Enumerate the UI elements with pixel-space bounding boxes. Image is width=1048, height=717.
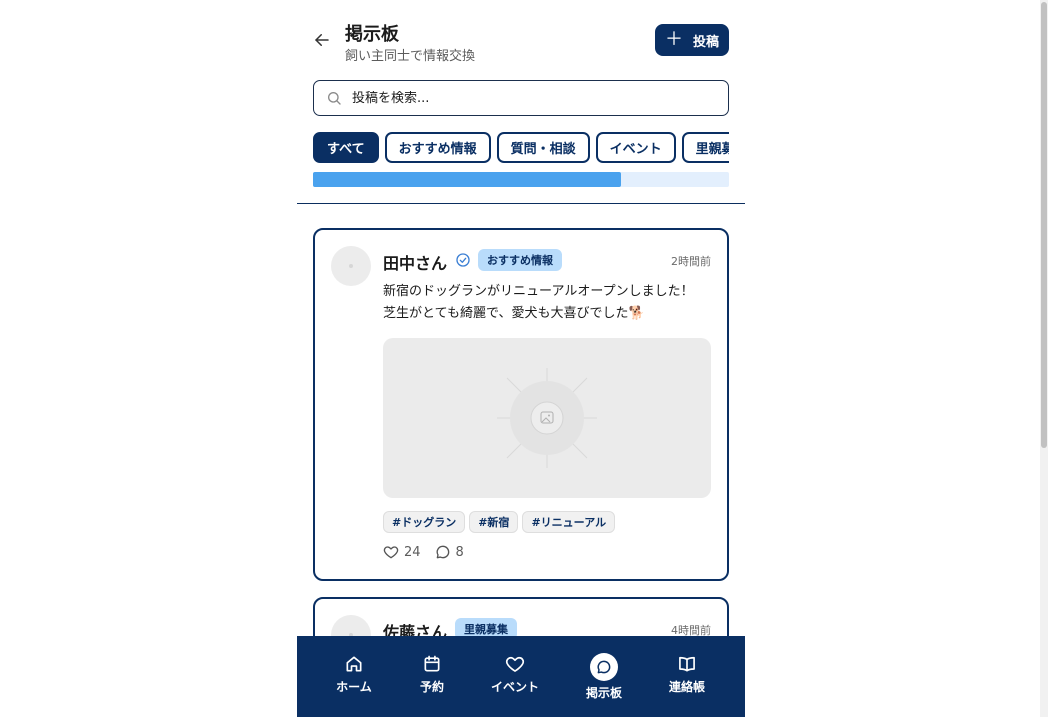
heart-icon: [504, 653, 526, 675]
heart-icon: [383, 546, 399, 559]
board-screen: 掲示板 飼い主同士で情報交換 ＋ 投稿 すべておすすめ情報質問・相談イベント里親…: [297, 0, 745, 717]
like-button[interactable]: 24: [383, 544, 421, 560]
filter-chip-questions[interactable]: 質問・相談: [496, 132, 590, 163]
filter-chip-all[interactable]: すべて: [313, 132, 379, 163]
header: 掲示板 飼い主同士で情報交換 ＋ 投稿 すべておすすめ情報質問・相談イベント里親…: [297, 0, 745, 204]
hashtag[interactable]: #新宿: [469, 511, 519, 533]
post-author: 田中さん: [383, 254, 448, 273]
comment-button[interactable]: 8: [435, 544, 464, 560]
back-button[interactable]: [311, 29, 333, 51]
nav-label: イベント: [490, 680, 539, 694]
like-count: 24: [404, 544, 421, 560]
nav-label: 予約: [419, 680, 444, 694]
nav-label: 連絡帳: [668, 680, 705, 694]
page-scrollbar[interactable]: [1040, 0, 1048, 717]
nav-item-home[interactable]: ホーム: [335, 636, 373, 717]
filter-scroll-progress-fill: [313, 172, 621, 187]
nav-item-notebook[interactable]: 連絡帳: [667, 636, 707, 717]
category-filter-bar: すべておすすめ情報質問・相談イベント里親募集: [313, 132, 729, 164]
hashtag[interactable]: #リニューアル: [522, 511, 616, 533]
arrow-left-icon: [315, 34, 329, 46]
post-content: 新宿のドッグランがリニューアルオープンしました！芝生がとても綺麗で、愛犬も大喜び…: [383, 284, 694, 321]
post-image[interactable]: [383, 338, 711, 498]
calendar-icon: [421, 653, 443, 675]
page-title: 掲示板: [345, 24, 399, 45]
nav-item-events[interactable]: イベント: [487, 636, 543, 717]
message-icon: [590, 653, 618, 681]
scrollbar-thumb[interactable]: [1041, 2, 1047, 448]
search-icon: [328, 92, 341, 105]
page-subtitle: 飼い主同士で情報交換: [345, 49, 476, 64]
hashtag[interactable]: #ドッグラン: [383, 511, 466, 533]
plus-icon: ＋: [664, 29, 683, 50]
nav-label: ホーム: [336, 680, 372, 694]
filter-chip-events[interactable]: イベント: [595, 132, 676, 163]
book-icon: [676, 653, 698, 675]
new-post-button[interactable]: ＋ 投稿: [655, 24, 729, 56]
bottom-navigation: ホーム 予約 イベント 掲示板 連絡帳: [297, 636, 745, 717]
new-post-label: 投稿: [692, 34, 719, 50]
comment-icon: [436, 545, 449, 559]
post-time: 2時間前: [671, 255, 711, 268]
category-badge: おすすめ情報: [478, 249, 562, 271]
nav-item-booking[interactable]: 予約: [415, 636, 449, 717]
post-stats: 24 8: [383, 544, 478, 560]
search-box[interactable]: [313, 80, 729, 116]
home-icon: [343, 653, 365, 675]
avatar: [331, 246, 371, 286]
search-input[interactable]: [352, 90, 712, 106]
filter-scroll-progress: [313, 172, 729, 187]
nav-item-board[interactable]: 掲示板: [581, 636, 627, 717]
filter-chip-recommended[interactable]: おすすめ情報: [384, 132, 491, 163]
post-tags: #ドッグラン #新宿 #リニューアル: [383, 511, 616, 533]
image-placeholder-graphic: [497, 368, 597, 468]
post-card[interactable]: 田中さん おすすめ情報 2時間前 新宿のドッグランがリニューアルオープンしました…: [313, 228, 729, 581]
comment-count: 8: [455, 544, 464, 560]
nav-label: 掲示板: [585, 686, 622, 700]
verified-icon: [456, 253, 470, 267]
filter-chip-adoption[interactable]: 里親募集: [681, 132, 729, 163]
